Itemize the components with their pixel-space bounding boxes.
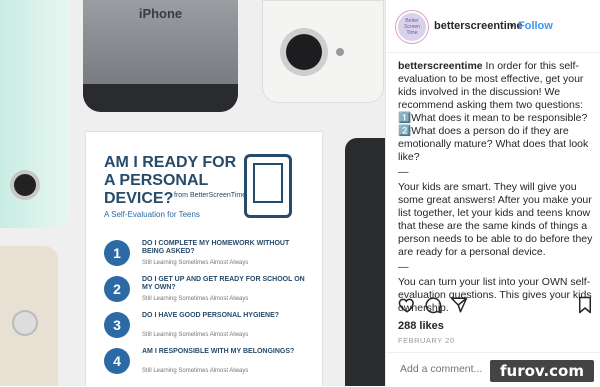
question-number: 1: [104, 240, 130, 266]
question-item: 2 DO I GET UP AND GET READY FOR SCHOOL O…: [104, 276, 314, 308]
tablet-icon: [244, 154, 292, 218]
question-text: DO I COMPLETE MY HOMEWORK WITHOUT BEING …: [142, 240, 290, 255]
avatar[interactable]: Better Screen Time: [398, 13, 426, 41]
post-caption: betterscreentime In order for this self-…: [398, 60, 593, 317]
action-bar: [398, 296, 593, 316]
question-number: 3: [104, 312, 130, 338]
card-title: AM I READY FOR A PERSONAL DEVICE?: [104, 154, 237, 207]
self-evaluation-card: AM I READY FOR A PERSONAL DEVICE? from B…: [86, 132, 322, 386]
answer-scale: Still Learning Sometimes Almost Always: [142, 332, 249, 338]
caption-text: In order for this self-evaluation to be …: [398, 60, 589, 163]
instagram-post: iPhone AM I READY FOR A PERSONAL DEVICE?…: [0, 0, 600, 386]
likes-count[interactable]: 288 likes: [398, 320, 444, 332]
camera-lens: [286, 34, 322, 70]
question-text: AM I RESPONSIBLE WITH MY BELONGINGS?: [142, 348, 295, 355]
bookmark-icon[interactable]: [577, 296, 593, 314]
answer-scale: Still Learning Sometimes Almost Always: [142, 296, 249, 302]
iphone-brand: iPhone: [138, 6, 183, 21]
comment-input[interactable]: [398, 362, 502, 376]
post-date: FEBRUARY 20: [398, 336, 455, 345]
question-text: DO I HAVE GOOD PERSONAL HYGIENE?: [142, 312, 280, 319]
camera-lens: [14, 174, 36, 196]
question-item: 4 AM I RESPONSIBLE WITH MY BELONGINGS? S…: [104, 348, 314, 380]
iphone-screen: [83, 84, 238, 112]
heart-icon[interactable]: [398, 296, 416, 314]
question-number: 4: [104, 348, 130, 374]
question-number: 2: [104, 276, 130, 302]
white-phone: [262, 0, 384, 103]
avatar-text: Better Screen Time: [404, 18, 420, 36]
follow-button[interactable]: Follow: [518, 20, 553, 32]
question-text: DO I GET UP AND GET READY FOR SCHOOL ON …: [142, 276, 305, 291]
card-from: from BetterScreenTime: [174, 192, 247, 199]
comment-icon[interactable]: [424, 296, 442, 314]
post-photo[interactable]: iPhone AM I READY FOR A PERSONAL DEVICE?…: [0, 0, 385, 386]
separator-dot: •: [510, 20, 514, 32]
caption-username[interactable]: betterscreentime: [398, 60, 483, 72]
card-subtitle: A Self-Evaluation for Teens: [104, 210, 200, 219]
caption-paragraph: betterscreentime In order for this self-…: [398, 60, 593, 164]
dark-phone: [345, 138, 385, 386]
gold-phone: [0, 246, 58, 386]
camera-flash: [336, 48, 344, 56]
answer-scale: Still Learning Sometimes Almost Always: [142, 368, 249, 374]
watermark: furov.com: [490, 360, 594, 382]
post-header: Better Screen Time betterscreentime • Fo…: [386, 0, 600, 53]
caption-divider: —: [398, 261, 409, 273]
clear-case-phone: [0, 0, 70, 228]
share-icon[interactable]: [450, 296, 468, 314]
caption-paragraph: Your kids are smart. They will give you …: [398, 181, 593, 258]
home-button: [12, 310, 38, 336]
iphone: iPhone: [83, 0, 238, 112]
caption-divider: —: [398, 166, 409, 178]
question-item: 3 DO I HAVE GOOD PERSONAL HYGIENE? Still…: [104, 312, 314, 344]
question-item: 1 DO I COMPLETE MY HOMEWORK WITHOUT BEIN…: [104, 240, 314, 272]
answer-scale: Still Learning Sometimes Almost Always: [142, 260, 249, 266]
post-side-panel: Better Screen Time betterscreentime • Fo…: [385, 0, 600, 386]
